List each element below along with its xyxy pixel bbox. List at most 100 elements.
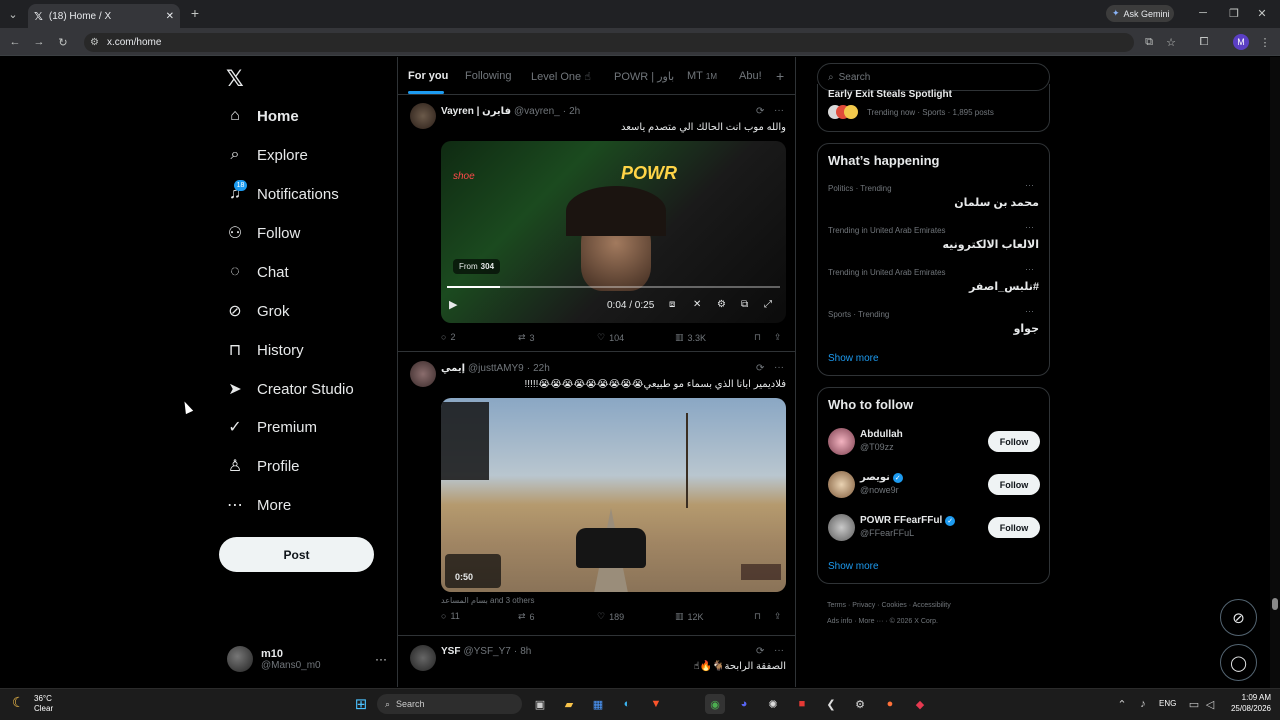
video-player[interactable]: 0:50 (441, 398, 786, 592)
trend-name[interactable]: محمد بن سلمان (828, 196, 1039, 209)
x-logo-icon[interactable]: 𝕏 (226, 66, 244, 92)
minimize-icon[interactable]: ─ (1197, 7, 1209, 19)
nav-history[interactable]: ⊓ History (224, 335, 384, 365)
tab-search-icon[interactable]: ⌄ (6, 7, 20, 21)
profile-avatar[interactable]: M (1233, 34, 1249, 50)
grok-action-icon[interactable]: ⟳ (756, 106, 764, 117)
extensions-icon[interactable]: ⧠ (1197, 35, 1211, 49)
task-view-icon[interactable]: ▣ (530, 694, 550, 714)
settings-icon[interactable]: ⚙ (717, 299, 726, 310)
settings-app-icon[interactable]: ⚙ (850, 694, 870, 714)
follow-suggestion-name[interactable]: POWR FFearFFul ✓ (860, 515, 956, 526)
bookmark-star-icon[interactable]: ☆ (1164, 35, 1178, 49)
reply-button[interactable]: ○ 2 (441, 332, 455, 342)
language-indicator[interactable]: ENG (1159, 699, 1176, 708)
weather-widget[interactable]: 36°C Clear (34, 694, 53, 714)
grok-action-icon[interactable]: ⟳ (756, 363, 764, 374)
nav-chat[interactable]: ◌ Chat (224, 257, 384, 287)
chrome-icon[interactable]: ◉ (705, 694, 725, 714)
from-badge[interactable]: From 304 (453, 259, 501, 274)
trend-name[interactable]: #نلبس_اصفر (828, 280, 1039, 293)
nav-grok[interactable]: ⊘ Grok (224, 296, 384, 326)
follow-button[interactable]: Follow (988, 431, 1040, 452)
discord-icon[interactable]: ◕ (734, 694, 754, 714)
maximize-icon[interactable]: ❐ (1228, 7, 1240, 20)
footer-link[interactable]: Privacy · (852, 602, 881, 609)
trend-more-icon[interactable]: ··· (1025, 222, 1034, 232)
like-button[interactable]: ♡ 189 (597, 611, 624, 622)
tab-for-you[interactable]: For you (408, 57, 448, 95)
tab-abu[interactable]: Abu! (739, 57, 762, 95)
volume-icon[interactable]: ◁ (1200, 694, 1220, 714)
post-time[interactable]: 2h (569, 106, 580, 117)
follow-suggestion-handle[interactable]: @T09zz (860, 442, 894, 452)
weather-moon-icon[interactable]: ☾ (12, 694, 25, 711)
firefox-icon[interactable]: ● (880, 694, 900, 714)
footer-link[interactable]: More ··· · (859, 618, 890, 625)
reload-icon[interactable]: ↻ (56, 35, 70, 49)
video-player[interactable]: POWR shoe From 304 ▶ 0:04 / 0:25 ⧈ ✕ ⚙ ⧉… (441, 141, 786, 323)
tab-following[interactable]: Following (465, 57, 511, 95)
nav-more[interactable]: ⋯ More (224, 490, 384, 520)
show-more-follow[interactable]: Show more (828, 561, 879, 572)
share-icon[interactable]: ⇪ (774, 611, 782, 622)
author-handle[interactable]: @vayren_ (514, 106, 560, 117)
trend-more-icon[interactable]: ··· (1025, 264, 1034, 274)
browser-tab[interactable]: 𝕏 (18) Home / X ✕ (28, 4, 180, 28)
share-icon[interactable]: ⇪ (774, 332, 782, 343)
author-handle[interactable]: @justtAMY9 (468, 363, 524, 374)
store-icon[interactable]: ▦ (588, 694, 608, 714)
author-handle[interactable]: @YSF_Y7 (463, 646, 510, 657)
close-tab-icon[interactable]: ✕ (166, 11, 174, 22)
page-scrollbar[interactable] (1270, 57, 1280, 688)
app-red-icon[interactable]: ■ (792, 694, 812, 714)
close-window-icon[interactable]: ✕ (1256, 7, 1268, 20)
nav-follow[interactable]: ⚇ Follow (224, 218, 384, 248)
bookmark-icon[interactable]: ⊓ (754, 611, 761, 622)
follow-suggestion-name[interactable]: Abdullah (860, 429, 903, 440)
tab-level-one[interactable]: Level One ☝ (531, 57, 591, 95)
post-more-icon[interactable]: ··· (774, 645, 784, 656)
grok-action-icon[interactable]: ⟳ (756, 646, 764, 657)
trend-more-icon[interactable]: ··· (1025, 306, 1034, 316)
taskbar-clock[interactable]: 1:09 AM 25/08/2026 (1219, 692, 1271, 714)
avatar[interactable] (410, 361, 436, 387)
post-card[interactable]: Vayren | فايرن @vayren_ · 2h ⟳ ··· والله… (398, 95, 795, 352)
footer-link[interactable]: Ads info · (827, 618, 859, 625)
account-more-icon[interactable]: ··· (375, 652, 387, 666)
repost-button[interactable]: ⇄ 3 (518, 332, 535, 343)
views-button[interactable]: ▥ 12K (675, 611, 704, 622)
windows-start-icon[interactable]: ⊞ (351, 694, 371, 714)
edge-icon[interactable]: ◐ (617, 694, 637, 714)
grok-float-icon[interactable]: ⊘ (1220, 599, 1257, 636)
nav-explore[interactable]: ⌕ Explore (224, 140, 384, 170)
follow-suggestion-handle[interactable]: @FFearFFuL (860, 528, 914, 538)
nav-profile[interactable]: ♙ Profile (224, 451, 384, 481)
post-more-icon[interactable]: ··· (774, 362, 784, 373)
footer-link[interactable]: Accessibility (913, 602, 951, 609)
nav-premium[interactable]: ✓ Premium (224, 412, 384, 442)
install-app-icon[interactable]: ⧉ (1142, 35, 1156, 49)
fullscreen-icon[interactable]: ⤢ (764, 299, 772, 310)
site-info-icon[interactable]: ⚙ (90, 37, 99, 48)
reply-button[interactable]: ○ 11 (441, 611, 460, 621)
footer-link[interactable]: © 2026 X Corp. (890, 618, 938, 625)
avatar[interactable] (828, 514, 855, 541)
trend-name[interactable]: جواو (828, 322, 1039, 335)
add-tab-icon[interactable]: + (776, 57, 784, 95)
forward-icon[interactable]: → (32, 35, 46, 49)
mute-icon[interactable]: ✕ (693, 299, 701, 310)
ask-gemini-button[interactable]: ✦ Ask Gemini (1106, 5, 1174, 22)
nav-notifications[interactable]: ♫ 18 Notifications (224, 179, 384, 209)
avatar[interactable] (828, 428, 855, 455)
follow-button[interactable]: Follow (988, 474, 1040, 495)
chat-float-icon[interactable]: ◯ (1220, 644, 1257, 681)
follow-suggestion-handle[interactable]: @nowe9r (860, 485, 899, 495)
post-card[interactable]: إيمي @justtAMY9 · 22h ⟳ ··· فلاديمير ابا… (398, 353, 795, 636)
brave-icon[interactable]: ▼ (646, 694, 666, 714)
file-explorer-icon[interactable]: ▰ (559, 694, 579, 714)
tray-overflow-icon[interactable]: ⌃ (1112, 694, 1132, 714)
trend-more-icon[interactable]: ··· (1025, 180, 1034, 190)
address-bar[interactable]: ⚙ x.com/home (84, 33, 1134, 52)
play-icon[interactable]: ▶ (449, 298, 457, 311)
